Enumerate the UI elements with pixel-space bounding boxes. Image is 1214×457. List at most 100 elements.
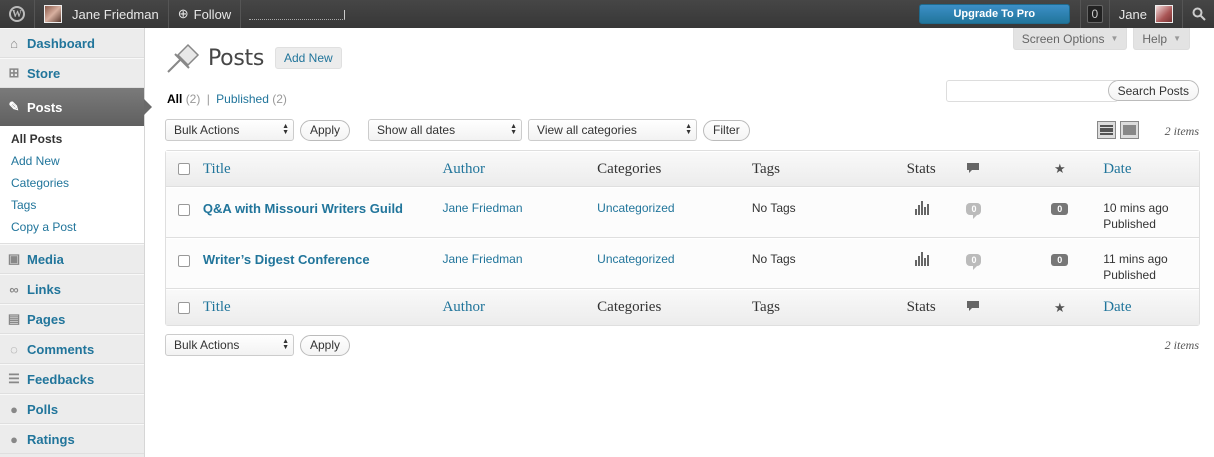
submenu-tags[interactable]: Tags (0, 194, 144, 216)
stats-chart-icon[interactable] (914, 252, 967, 266)
select-all-checkbox[interactable] (178, 163, 191, 175)
admin-bar: W Jane Friedman ⊕ Follow Upgrade To Pro … (0, 0, 1214, 28)
column-stats: Stats (906, 299, 936, 315)
table-header: Title Author Categories Tags Stats ★ Dat… (166, 151, 1199, 187)
search-icon[interactable] (1182, 0, 1214, 28)
comments-icon[interactable] (966, 162, 1016, 177)
wordpress-logo-icon[interactable]: W (0, 0, 35, 28)
menu-item-pages[interactable]: ▤ Pages (0, 304, 144, 334)
notifications-count: 0 (1086, 5, 1103, 23)
notifications-button[interactable]: 0 (1079, 0, 1110, 28)
submenu-categories[interactable]: Categories (0, 172, 144, 194)
row-checkbox[interactable] (178, 204, 191, 216)
author-link[interactable]: Jane Friedman (442, 201, 522, 215)
select-arrows-icon: ▲ ▼ (282, 123, 289, 136)
feedback-icon: ☰ (8, 371, 20, 386)
apply-button[interactable]: Apply (300, 119, 351, 141)
star-icon[interactable]: ★ (1016, 161, 1103, 177)
select-arrows-icon: ▲ ▼ (282, 338, 289, 351)
stats-chart-icon[interactable] (914, 201, 967, 215)
excerpt-view-icon[interactable] (1120, 121, 1139, 139)
view-switch (1097, 121, 1139, 139)
ratings-icon: ● (10, 431, 18, 447)
admin-menu: ⌂ Dashboard ⊞ Store ✎ Posts All Posts Ad… (0, 28, 152, 457)
menu-item-feedbacks[interactable]: ☰ Feedbacks (0, 364, 144, 394)
menu-item-dashboard[interactable]: ⌂ Dashboard (0, 28, 144, 58)
menu-item-polls[interactable]: ● Polls (0, 394, 144, 424)
posts-submenu: All Posts Add New Categories Tags Copy a… (0, 126, 144, 244)
column-title[interactable]: Title (203, 299, 443, 316)
bulk-actions-select[interactable]: Bulk Actions ▲ ▼ (165, 119, 294, 141)
post-status: Published (1103, 268, 1156, 282)
filter-published[interactable]: Published (216, 92, 269, 106)
pushpin-icon (167, 43, 200, 73)
menu-label: Polls (27, 401, 59, 417)
column-date[interactable]: Date (1103, 161, 1199, 178)
select-all-checkbox[interactable] (178, 301, 191, 314)
post-date: 11 mins ago (1103, 252, 1168, 266)
menu-item-ratings[interactable]: ● Ratings (0, 424, 144, 454)
comment-count-badge[interactable]: 0 (966, 203, 982, 219)
menu-item-links[interactable]: ∞ Links (0, 274, 144, 304)
search-posts-button[interactable]: Search Posts (1107, 80, 1199, 101)
post-status: Published (1103, 217, 1156, 231)
column-date[interactable]: Date (1103, 299, 1199, 316)
menu-item-posts[interactable]: ✎ Posts (0, 88, 152, 126)
dates-select[interactable]: Show all dates ▲ ▼ (368, 119, 523, 141)
row-checkbox[interactable] (178, 255, 191, 267)
submenu-add-new[interactable]: Add New (0, 150, 144, 172)
account-menu[interactable]: Jane (1110, 0, 1182, 28)
column-title[interactable]: Title (203, 161, 443, 178)
column-author[interactable]: Author (442, 161, 597, 178)
add-new-button[interactable]: Add New (275, 47, 342, 69)
posts-table: Title Author Categories Tags Stats ★ Dat… (165, 150, 1200, 326)
bulk-actions-select[interactable]: Bulk Actions ▲ ▼ (165, 334, 294, 356)
stats-sparkline[interactable] (249, 8, 346, 20)
filter-button[interactable]: Filter (703, 119, 750, 141)
column-author[interactable]: Author (442, 299, 597, 316)
chevron-down-icon: ▼ (1110, 34, 1119, 43)
apply-button[interactable]: Apply (300, 334, 351, 356)
search-input[interactable] (946, 80, 1118, 102)
filter-all[interactable]: All (167, 92, 182, 106)
category-link[interactable]: Uncategorized (597, 201, 674, 215)
select-arrows-icon: ▲ ▼ (685, 123, 693, 136)
main-content: Screen Options ▼ Help ▼ Posts Add New Al… (145, 28, 1214, 457)
follow-button[interactable]: ⊕ Follow (169, 0, 242, 28)
list-view-icon[interactable] (1097, 121, 1116, 139)
categories-value: View all categories (537, 123, 637, 137)
bulk-actions-value: Bulk Actions (174, 338, 240, 352)
media-icon: ▣ (7, 251, 21, 266)
star-icon[interactable]: ★ (1016, 300, 1103, 316)
upgrade-button[interactable]: Upgrade To Pro (918, 4, 1070, 24)
submenu-copy-a-post[interactable]: Copy a Post (0, 216, 144, 238)
comments-icon[interactable] (966, 300, 1016, 315)
menu-label: Media (27, 251, 64, 267)
tablenav-top: Bulk Actions ▲ ▼ Apply Show all dates ▲ ▼ … (165, 119, 1199, 141)
site-user-menu[interactable]: Jane Friedman (35, 0, 169, 28)
menu-item-comments[interactable]: ◌ Comments (0, 334, 144, 364)
menu-item-store[interactable]: ⊞ Store (0, 58, 144, 88)
menu-label: Ratings (27, 431, 75, 447)
filter-all-count: (2) (185, 92, 201, 106)
author-link[interactable]: Jane Friedman (442, 252, 522, 266)
category-link[interactable]: Uncategorized (597, 252, 674, 266)
items-count: 2 items (1164, 337, 1199, 352)
site-user-name: Jane Friedman (72, 6, 159, 22)
tablenav-bottom: Bulk Actions ▲ ▼ Apply 2 items (165, 334, 1199, 356)
categories-select[interactable]: View all categories ▲ ▼ (528, 119, 698, 141)
items-count: 2 items (1164, 123, 1199, 138)
help-tab[interactable]: Help ▼ (1133, 28, 1190, 50)
menu-item-media[interactable]: ▣ Media (0, 244, 144, 274)
screen-options-tab[interactable]: Screen Options ▼ (1012, 28, 1128, 50)
screen-meta-links: Screen Options ▼ Help ▼ (1012, 28, 1190, 50)
account-name: Jane (1118, 6, 1147, 22)
comment-count-badge[interactable]: 0 (966, 254, 982, 270)
comments-icon: ◌ (10, 341, 18, 357)
follow-label: Follow (193, 6, 232, 22)
post-title-link[interactable]: Q&A with Missouri Writers Guild (203, 201, 403, 216)
menu-label: Feedbacks (27, 371, 95, 387)
link-icon: ∞ (9, 281, 19, 297)
post-title-link[interactable]: Writer’s Digest Conference (203, 252, 370, 267)
submenu-all-posts[interactable]: All Posts (0, 128, 144, 150)
